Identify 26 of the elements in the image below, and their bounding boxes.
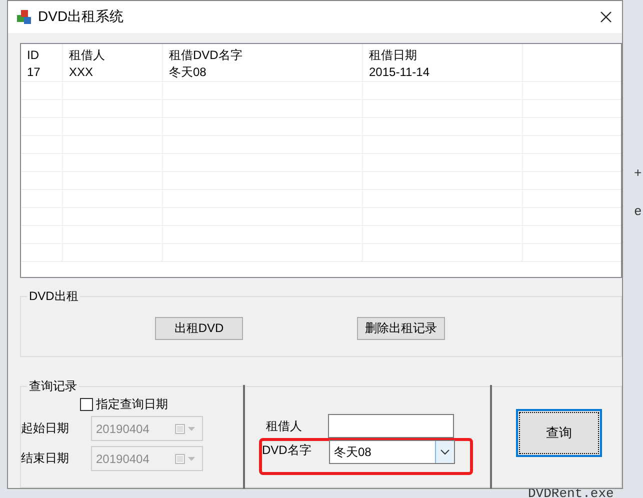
table-cell: 冬天08 — [163, 64, 363, 81]
checkbox-label: 指定查询日期 — [96, 396, 168, 412]
field-label: 起始日期 — [21, 420, 70, 437]
field-label: DVD名字 — [262, 442, 312, 459]
dvd-name-combobox[interactable]: 冬天08 — [329, 440, 455, 464]
table-cell: 17 — [21, 64, 63, 81]
table-cell: XXX — [63, 64, 163, 81]
column-header[interactable]: 租借日期 — [363, 44, 523, 64]
window-title: DVD出租系统 — [38, 8, 124, 26]
background-text: DVDRent.exe — [528, 486, 614, 498]
action-button[interactable]: 删除出租记录 — [357, 317, 445, 340]
close-icon[interactable] — [600, 11, 612, 23]
renter-input[interactable] — [328, 414, 454, 438]
action-button[interactable]: 出租DVD — [155, 317, 243, 340]
chevron-down-icon — [435, 441, 454, 463]
query-button[interactable]: 查询 — [516, 409, 602, 457]
field-label: 租借人 — [265, 418, 303, 434]
background-text: e — [634, 204, 642, 219]
checkbox[interactable] — [80, 398, 93, 410]
column-header[interactable]: 租借DVD名字 — [163, 44, 363, 64]
column-header[interactable]: 租借人 — [63, 44, 163, 64]
field-label: 结束日期 — [21, 450, 70, 467]
table-cell: 2015-11-14 — [363, 64, 523, 81]
background-text: + — [634, 166, 642, 181]
blocks-icon — [16, 9, 32, 25]
column-header[interactable]: ID — [21, 44, 63, 64]
